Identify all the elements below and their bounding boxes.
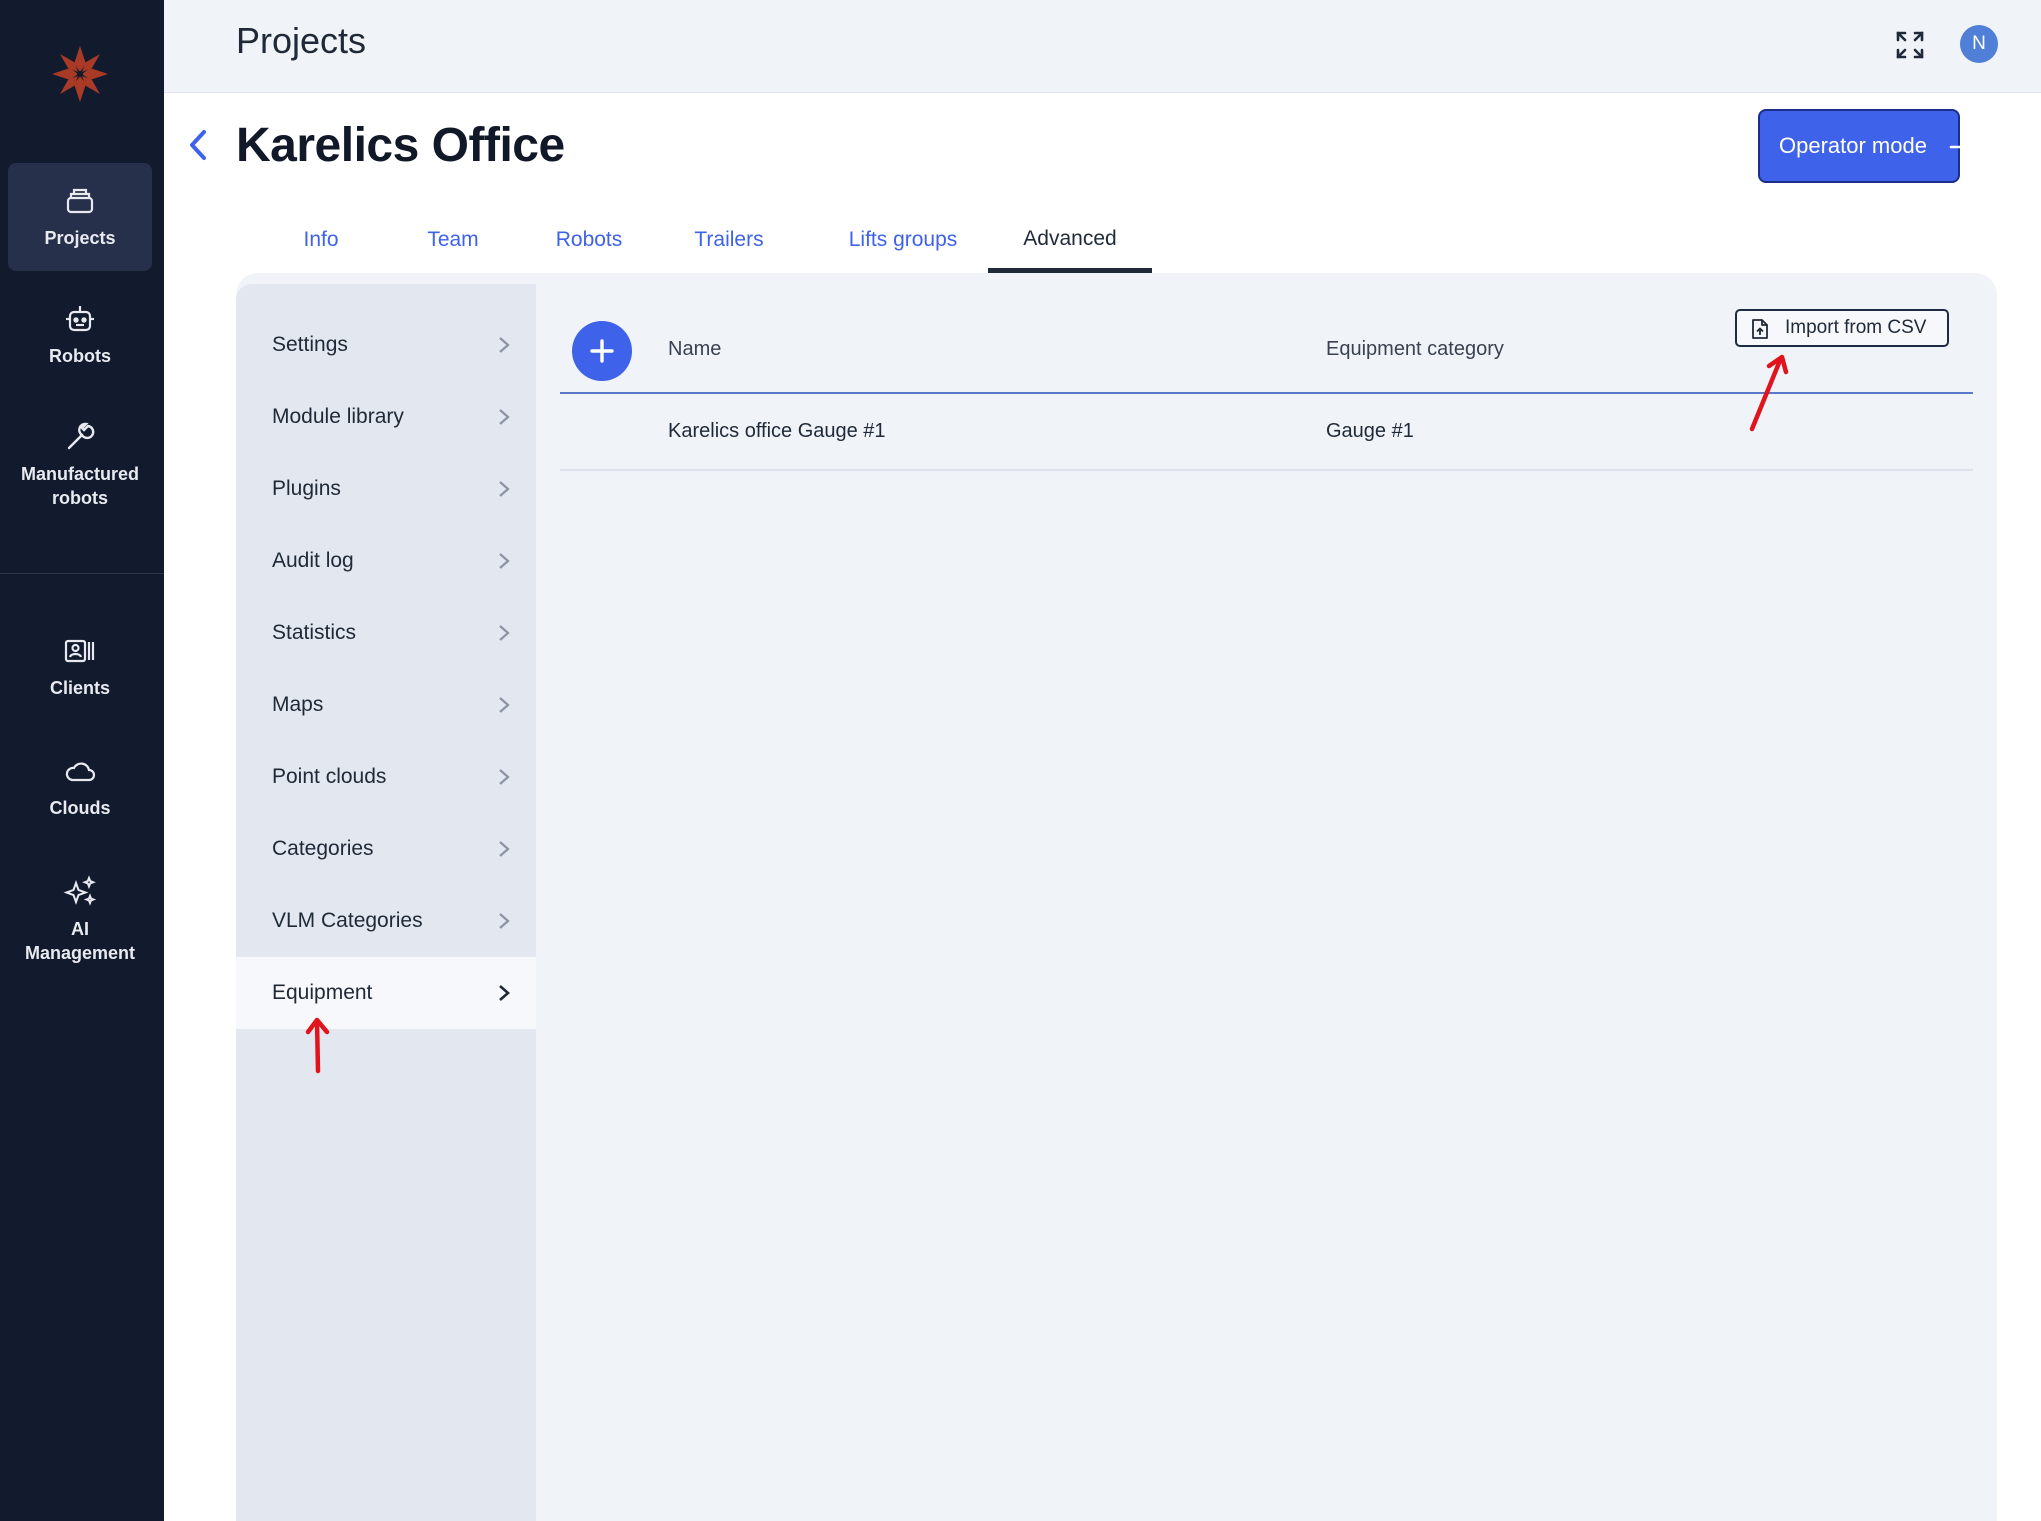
equipment-category-cell: Gauge #1 [1326,420,1414,442]
page-title: Karelics Office [236,119,565,172]
back-arrow-icon[interactable] [184,126,214,164]
chevron-right-icon [499,553,510,569]
subnav-item-label: Point clouds [272,765,387,788]
subnav-item-label: Statistics [272,621,357,644]
advanced-subnav: Settings Module library Plugins Audit lo… [236,284,536,1521]
import-csv-button[interactable]: Import from CSV [1735,309,1949,347]
subnav-item-label: Plugins [272,477,341,500]
tab-robots[interactable]: Robots [509,210,669,270]
robot-icon [66,306,94,332]
chevron-right-icon [499,337,510,353]
user-avatar[interactable]: N [1960,25,1998,63]
annotation-arrow-equipment [305,1017,330,1074]
tab-advanced[interactable]: Advanced [988,210,1152,273]
equipment-name-cell: Karelics office Gauge #1 [668,420,886,442]
row-divider [560,469,1973,471]
rail-item-label: Clients [49,678,110,698]
subnav-item-settings[interactable]: Settings [236,309,536,381]
wrench-icon [67,422,95,450]
chevron-right-icon [499,913,510,929]
import-csv-label: Import from CSV [1785,317,1927,338]
rail-item-label: AI Management [24,919,136,963]
column-header-equipment-category[interactable]: Equipment category [1326,338,1504,361]
subnav-item-label: Categories [272,837,374,860]
chevron-right-icon [499,409,510,425]
subnav-item-statistics[interactable]: Statistics [236,597,536,669]
chevron-right-icon [499,985,510,1001]
chevron-right-icon [499,481,510,497]
rail-item-projects[interactable]: Projects [8,163,152,271]
chevron-right-icon [499,625,510,641]
subnav-item-label: VLM Categories [272,909,423,932]
file-upload-icon [1752,319,1768,339]
add-equipment-button[interactable] [572,321,632,381]
subnav-item-vlm-categories[interactable]: VLM Categories [236,885,536,957]
tab-lifts-groups[interactable]: Lifts groups [808,210,998,270]
chevron-right-icon [499,769,510,785]
subnav-item-module-library[interactable]: Module library [236,381,536,453]
cloud-icon [65,762,96,782]
subnav-item-audit-log[interactable]: Audit log [236,525,536,597]
top-bar: Projects N [164,0,2041,93]
rail-item-label: Projects [44,228,116,248]
rail-item-label: Clouds [49,798,111,818]
subnav-item-categories[interactable]: Categories [236,813,536,885]
column-header-name[interactable]: Name [668,338,721,361]
operator-mode-button[interactable]: Operator mode [1758,109,1973,183]
subnav-item-plugins[interactable]: Plugins [236,453,536,525]
karelics-logo[interactable] [48,42,112,106]
clients-icon [64,639,95,663]
rail-item-label: Robots [49,346,111,366]
tab-trailers[interactable]: Trailers [649,210,809,270]
rail-item-clouds[interactable]: Clouds [8,742,152,832]
rail-item-label: Manufactured robots [20,464,139,508]
plus-icon [590,339,614,363]
subnav-item-point-clouds[interactable]: Point clouds [236,741,536,813]
operator-mode-label: Operator mode [1779,133,1927,158]
rail-item-manufactured-robots[interactable]: Manufactured robots [8,410,152,520]
subnav-item-label: Module library [272,405,404,428]
annotation-arrow-import [1749,354,1789,432]
rail-item-clients[interactable]: Clients [8,622,152,712]
arrow-right-icon [1949,137,1973,157]
subnav-item-label: Maps [272,693,324,716]
subnav-item-equipment[interactable]: Equipment [236,957,536,1029]
subnav-item-label: Equipment [272,981,373,1004]
fullscreen-icon[interactable] [1890,25,1930,65]
chevron-right-icon [499,697,510,713]
nav-rail: Projects Robots Manufactured robots Clie… [0,0,164,1521]
sparkle-icon [63,875,97,906]
rail-divider [0,573,164,574]
subnav-item-maps[interactable]: Maps [236,669,536,741]
subnav-item-label: Settings [272,333,348,356]
rail-item-ai-management[interactable]: AI Management [8,864,152,976]
chevron-right-icon [499,841,510,857]
subnav-item-label: Audit log [272,549,354,572]
projects-icon [66,188,94,214]
rail-item-robots[interactable]: Robots [8,290,152,380]
app-title: Projects [236,20,367,61]
